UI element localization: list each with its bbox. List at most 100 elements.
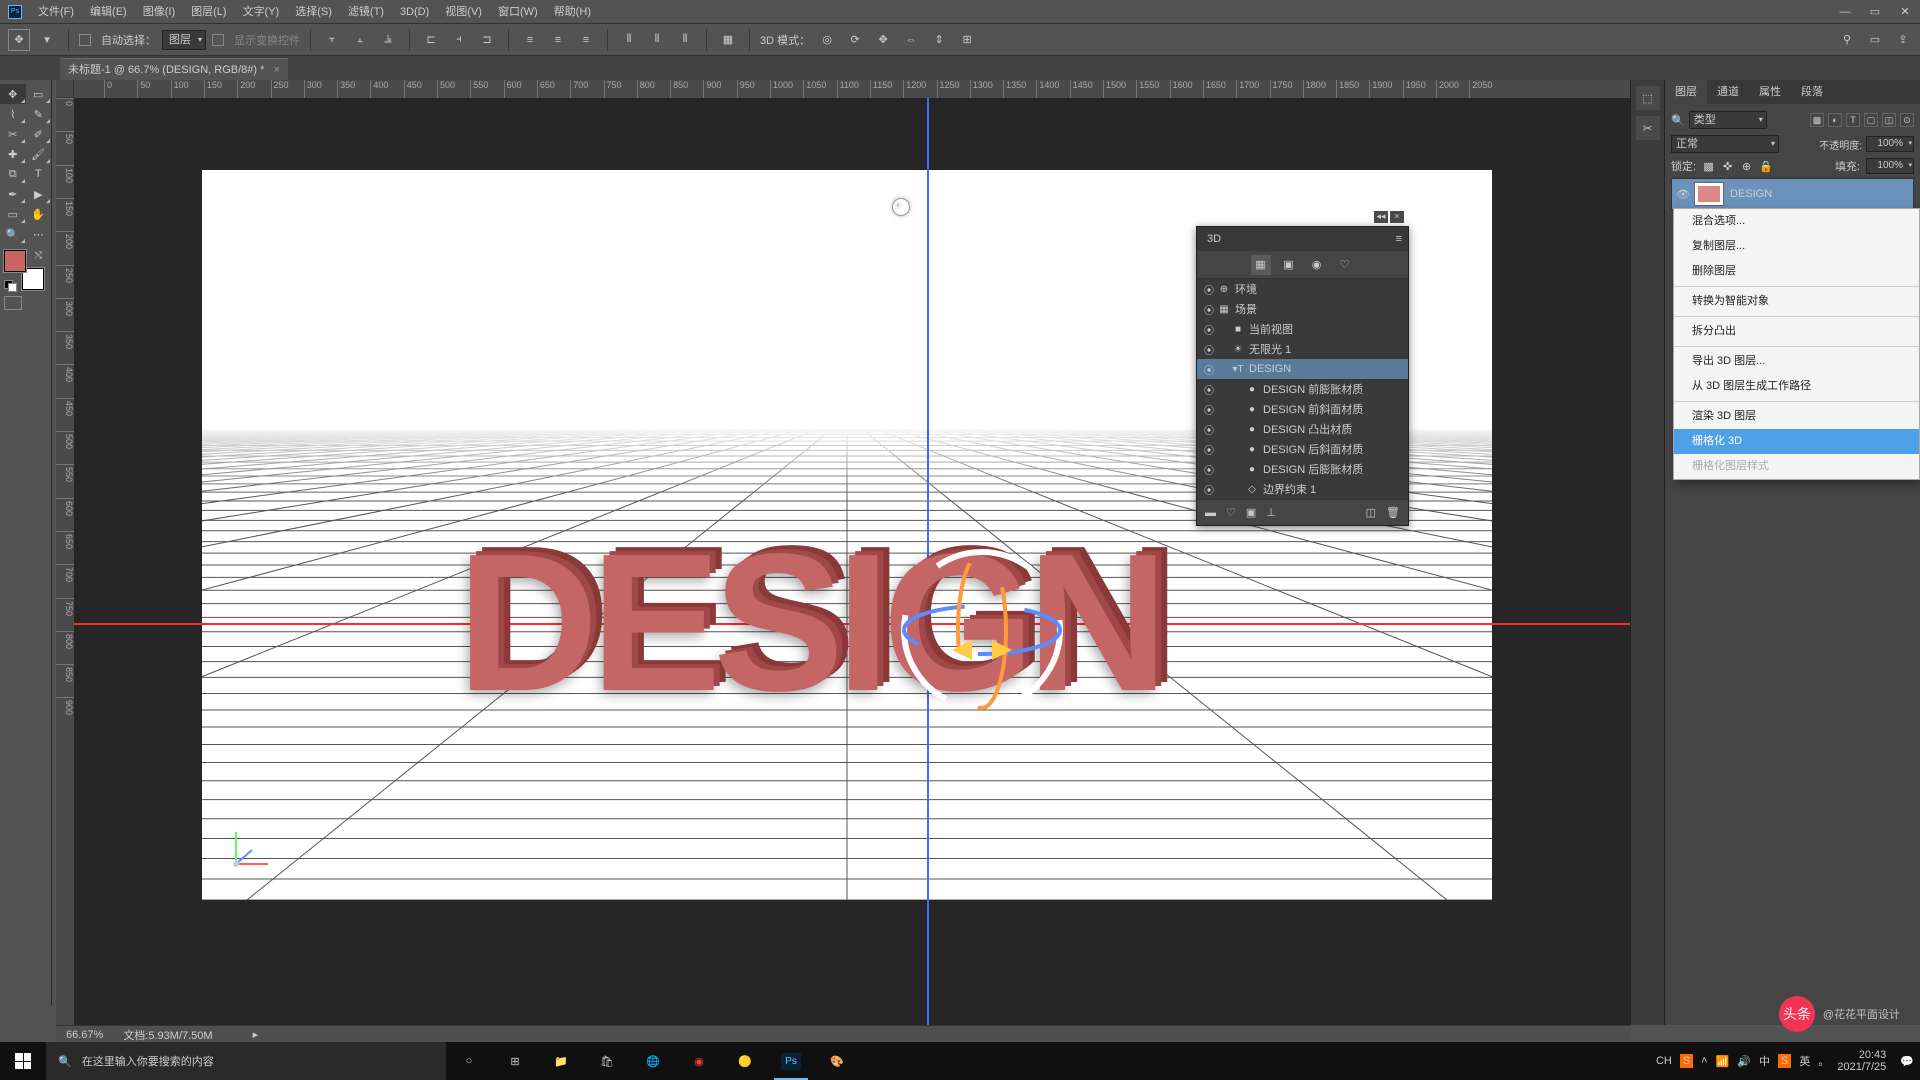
pen-tool[interactable]: ✒: [0, 184, 26, 204]
menu-file[interactable]: 文件(F): [30, 0, 82, 24]
menu-layer[interactable]: 图层(L): [183, 0, 234, 24]
dist-top-icon[interactable]: ≡: [519, 29, 541, 51]
auto-align-icon[interactable]: ▦: [717, 29, 739, 51]
3d-tree-item[interactable]: ⦿●DESIGN 前膨胀材质: [1197, 379, 1408, 399]
ime-indicator[interactable]: CH: [1656, 1055, 1672, 1067]
ime-badge2[interactable]: S: [1778, 1054, 1791, 1068]
crop-tool[interactable]: ✂: [0, 124, 26, 144]
3d-axis-widget[interactable]: [226, 824, 276, 874]
opacity-field[interactable]: 100%: [1866, 136, 1914, 152]
lock-all-icon[interactable]: 🔒: [1759, 160, 1772, 173]
taskbar-search[interactable]: 🔍 在这里输入你要搜索的内容: [46, 1042, 446, 1080]
3d-tree-item[interactable]: ⦿▦场景: [1197, 299, 1408, 319]
context-menu-item[interactable]: 导出 3D 图层...: [1674, 349, 1919, 374]
collapsed-panel-icon[interactable]: ✂: [1636, 116, 1660, 140]
healing-tool[interactable]: ✚: [0, 144, 26, 164]
search-icon[interactable]: ⚲: [1836, 28, 1858, 50]
tab-layers[interactable]: 图层: [1665, 80, 1707, 104]
menu-edit[interactable]: 编辑(E): [82, 0, 135, 24]
clock[interactable]: 20:432021/7/25: [1837, 1049, 1892, 1073]
restore-btn[interactable]: ▭: [1860, 0, 1890, 24]
context-menu-item[interactable]: 复制图层...: [1674, 234, 1919, 259]
layer-filter-kind[interactable]: 类型: [1689, 111, 1767, 129]
panel-close-icon[interactable]: ×: [1390, 211, 1404, 223]
3d-camera-icon[interactable]: ▣: [1246, 506, 1256, 519]
menu-type[interactable]: 文字(Y): [235, 0, 288, 24]
3d-orbit-icon[interactable]: ◎: [816, 29, 838, 51]
3d-slide-icon[interactable]: ⇔: [900, 29, 922, 51]
panel-menu-icon[interactable]: ≡: [1396, 233, 1402, 245]
store-icon[interactable]: 🛍: [584, 1042, 630, 1080]
tab-paragraph[interactable]: 段落: [1791, 80, 1833, 104]
align-vcenter-icon[interactable]: ⫠: [349, 29, 371, 51]
cortana-icon[interactable]: ○: [446, 1042, 492, 1080]
tab-channels[interactable]: 通道: [1707, 80, 1749, 104]
3d-tree-item[interactable]: ⦿◇边界约束 1: [1197, 479, 1408, 499]
context-menu-item[interactable]: 删除图层: [1674, 259, 1919, 284]
share-icon[interactable]: ⇪: [1892, 28, 1914, 50]
tray-expand-icon[interactable]: ˄: [1701, 1055, 1707, 1067]
3d-roll-icon[interactable]: ⟳: [844, 29, 866, 51]
context-menu-item[interactable]: 渲染 3D 图层: [1674, 404, 1919, 429]
dist-left-icon[interactable]: ⦀: [618, 29, 640, 51]
foreground-color[interactable]: [4, 250, 26, 272]
layer-row-design[interactable]: 👁 DESIGN: [1671, 178, 1914, 210]
layer-name[interactable]: DESIGN: [1730, 188, 1772, 200]
filter-material-icon[interactable]: ◉: [1307, 255, 1327, 275]
context-menu-item[interactable]: 拆分凸出: [1674, 319, 1919, 344]
collapsed-panel-icon[interactable]: ⬚: [1636, 86, 1660, 110]
start-button[interactable]: [0, 1042, 46, 1080]
notification-icon[interactable]: 💬: [1900, 1055, 1914, 1068]
arrange-icon[interactable]: ▭: [1864, 28, 1886, 50]
volume-icon[interactable]: 🔊: [1737, 1055, 1751, 1068]
menu-window[interactable]: 窗口(W): [490, 0, 546, 24]
quickmask-toggle[interactable]: [4, 296, 47, 310]
3d-tree-item[interactable]: ⦿●DESIGN 凸出材质: [1197, 419, 1408, 439]
filter-pixel-icon[interactable]: ▩: [1810, 113, 1824, 127]
layer-visibility-icon[interactable]: 👁: [1672, 188, 1694, 201]
hand-tool[interactable]: ✋: [26, 204, 52, 224]
3d-pan-icon[interactable]: ✥: [872, 29, 894, 51]
3d-tree-item[interactable]: ⦿⊕环境: [1197, 279, 1408, 299]
lasso-tool[interactable]: ⌇: [0, 104, 26, 124]
browser-icon[interactable]: 🌐: [630, 1042, 676, 1080]
3d-plane-icon[interactable]: ▬: [1205, 507, 1216, 519]
dist-bottom-icon[interactable]: ≡: [575, 29, 597, 51]
path-select-tool[interactable]: ▶: [26, 184, 52, 204]
align-top-icon[interactable]: ⫟: [321, 29, 343, 51]
tab-properties[interactable]: 属性: [1749, 80, 1791, 104]
3d-light-add-icon[interactable]: ♡: [1226, 506, 1236, 519]
3d-text-object[interactable]: DESIGN: [457, 510, 1160, 735]
ruler-vertical[interactable]: 0501001502002503003504004505005506006507…: [56, 80, 74, 1025]
lock-pixels-icon[interactable]: ▩: [1702, 160, 1715, 173]
swap-colors-icon[interactable]: ⤭: [35, 250, 42, 261]
panel-collapse-icon[interactable]: ◂◂: [1374, 211, 1388, 223]
doc-info[interactable]: 文档:5.93M/7.50M: [123, 1027, 212, 1043]
ime-en[interactable]: 英: [1799, 1053, 1810, 1069]
3d-scale-icon[interactable]: ⊞: [956, 29, 978, 51]
marquee-tool[interactable]: ▭: [26, 84, 52, 104]
move-tool[interactable]: ✥: [0, 84, 26, 104]
blend-mode-select[interactable]: 正常: [1671, 135, 1779, 153]
menu-filter[interactable]: 滤镜(T): [340, 0, 392, 24]
app-icon[interactable]: 🟡: [722, 1042, 768, 1080]
network-icon[interactable]: 📶: [1716, 1055, 1730, 1068]
taskview-icon[interactable]: ⊞: [492, 1042, 538, 1080]
ime-badge[interactable]: S: [1680, 1054, 1693, 1068]
more-tools[interactable]: ⋯: [26, 224, 52, 244]
context-menu-item[interactable]: 栅格化 3D: [1674, 429, 1919, 454]
autoselect-dropdown[interactable]: 图层: [162, 30, 206, 50]
stamp-tool[interactable]: ⧉: [0, 164, 26, 184]
type-tool[interactable]: T: [26, 164, 52, 184]
music-icon[interactable]: ◉: [676, 1042, 722, 1080]
lock-position-icon[interactable]: ✜: [1721, 160, 1734, 173]
filter-type-icon[interactable]: T: [1846, 113, 1860, 127]
minimize-btn[interactable]: —: [1830, 0, 1860, 24]
3d-tree-item[interactable]: ⦿●DESIGN 后斜面材质: [1197, 439, 1408, 459]
menu-image[interactable]: 图像(I): [135, 0, 183, 24]
menu-view[interactable]: 视图(V): [437, 0, 490, 24]
align-right-icon[interactable]: ⊐: [476, 29, 498, 51]
eyedropper-tool[interactable]: ✐: [26, 124, 52, 144]
3d-tree-item[interactable]: ⦿■当前视图: [1197, 319, 1408, 339]
transform-checkbox[interactable]: [212, 34, 224, 46]
